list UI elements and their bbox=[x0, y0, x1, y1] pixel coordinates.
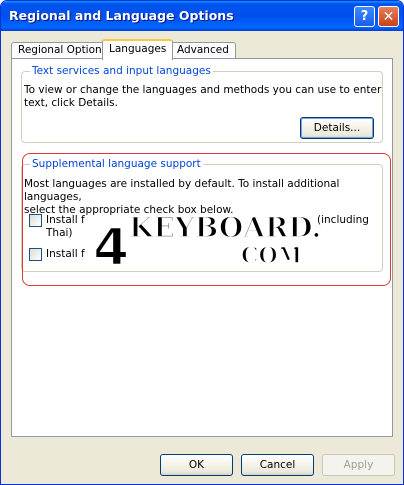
watermark-digit: 4 bbox=[93, 218, 129, 271]
watermark-word: KEYBOARD. bbox=[129, 211, 319, 244]
tab-label: Languages bbox=[109, 43, 167, 55]
help-icon: ? bbox=[360, 9, 369, 24]
east-asian-label[interactable]: Install f bbox=[46, 248, 85, 261]
complex-script-checkbox[interactable] bbox=[29, 214, 42, 227]
details-button-label: Details... bbox=[313, 122, 361, 134]
watermark-suffix: COM bbox=[241, 243, 302, 269]
tab-label: Regional Options bbox=[18, 44, 108, 56]
cancel-button[interactable]: Cancel bbox=[241, 454, 314, 476]
tab-regional-options[interactable]: Regional Options bbox=[11, 42, 115, 59]
title-bar[interactable]: Regional and Language Options ? ✕ bbox=[1, 1, 403, 31]
description-line: text, click Details. bbox=[24, 97, 118, 109]
close-button[interactable]: ✕ bbox=[378, 6, 399, 27]
text-services-group: Text services and input languages To vie… bbox=[21, 65, 383, 143]
tab-advanced[interactable]: Advanced bbox=[170, 42, 236, 59]
complex-script-label[interactable]: Install f bbox=[46, 214, 85, 227]
description-line: Most languages are installed by default.… bbox=[24, 178, 340, 203]
complex-script-label-tail: (including bbox=[317, 214, 369, 226]
ok-button[interactable]: OK bbox=[160, 454, 233, 476]
tab-languages[interactable]: Languages bbox=[102, 39, 174, 60]
close-icon: ✕ bbox=[382, 8, 395, 25]
text-services-description: To view or change the languages and meth… bbox=[24, 84, 381, 110]
apply-button[interactable]: Apply bbox=[322, 454, 395, 476]
text-services-legend: Text services and input languages bbox=[30, 65, 213, 77]
keyboard-watermark-logo: 4 KEYBOARD. COM bbox=[89, 210, 319, 271]
ok-button-label: OK bbox=[188, 459, 205, 471]
supplemental-legend: Supplemental language support bbox=[30, 158, 203, 170]
east-asian-checkbox[interactable] bbox=[29, 248, 42, 261]
cancel-button-label: Cancel bbox=[259, 459, 296, 471]
dialog-window: Regional and Language Options ? ✕ Region… bbox=[0, 0, 404, 485]
help-button[interactable]: ? bbox=[354, 6, 375, 27]
details-button[interactable]: Details... bbox=[300, 117, 374, 139]
apply-button-label: Apply bbox=[343, 459, 374, 471]
tab-label: Advanced bbox=[177, 44, 229, 56]
description-line: To view or change the languages and meth… bbox=[24, 84, 382, 96]
window-title: Regional and Language Options bbox=[9, 8, 234, 23]
complex-script-label-line2: Thai) bbox=[46, 227, 73, 239]
